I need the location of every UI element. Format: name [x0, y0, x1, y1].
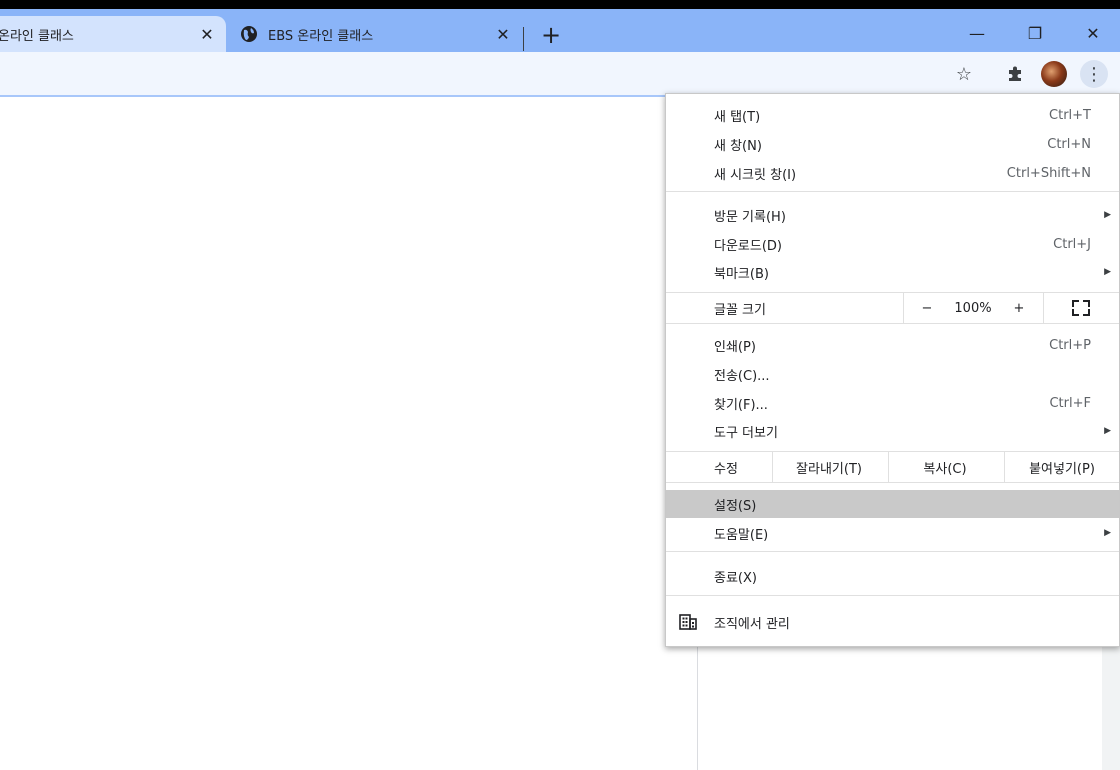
menu-divider [666, 482, 1119, 483]
menu-item-label: 도움말(E) [714, 527, 769, 543]
menu-divider [666, 191, 1119, 192]
menu-item-exit[interactable]: 종료(X) [666, 562, 1119, 590]
zoom-out-button[interactable]: − [914, 293, 940, 323]
puzzle-icon[interactable] [1001, 60, 1029, 88]
menu-item-label: 조직에서 관리 [714, 616, 790, 632]
tab-online-class[interactable]: 온라인 클래스 ✕ [0, 16, 226, 52]
menu-item-label: 다운로드(D) [714, 238, 782, 254]
menu-item-label: 설정(S) [714, 498, 757, 514]
submenu-arrow-icon: ▶ [1104, 426, 1111, 436]
restore-button[interactable]: ❐ [1012, 19, 1058, 49]
page-divider [697, 640, 698, 770]
menu-divider [666, 551, 1119, 552]
fullscreen-button[interactable] [1066, 293, 1096, 323]
menu-item-label: 찾기(F)... [714, 397, 768, 413]
menu-item-print[interactable]: 인쇄(P) Ctrl+P [666, 331, 1119, 359]
title-bar [0, 0, 1120, 9]
menu-item-settings[interactable]: 설정(S) [666, 490, 1119, 518]
paste-button[interactable]: 붙여넣기(P) [1005, 452, 1119, 482]
menu-item-shortcut: Ctrl+N [1047, 136, 1091, 152]
globe-icon [241, 26, 257, 42]
menu-item-label: 새 시크릿 창(I) [714, 167, 797, 183]
menu-item-history[interactable]: 방문 기록(H) ▶ [666, 201, 1119, 229]
zoom-in-button[interactable]: + [1006, 293, 1032, 323]
menu-item-find[interactable]: 찾기(F)... Ctrl+F [666, 389, 1119, 417]
menu-item-label: 도구 더보기 [714, 425, 778, 441]
chrome-menu: 새 탭(T) Ctrl+T 새 창(N) Ctrl+N 새 시크릿 창(I) C… [665, 93, 1120, 647]
menu-divider [666, 595, 1119, 596]
tab-close-icon[interactable]: ✕ [196, 25, 218, 44]
menu-item-shortcut: Ctrl+P [1049, 337, 1091, 353]
menu-item-new-window[interactable]: 새 창(N) Ctrl+N [666, 130, 1119, 158]
edit-label: 수정 [714, 461, 738, 477]
fullscreen-icon [1072, 300, 1090, 316]
menu-item-shortcut: Ctrl+Shift+N [1006, 165, 1091, 181]
zoom-divider [1043, 293, 1044, 323]
zoom-divider [903, 293, 904, 323]
tab-close-icon[interactable]: ✕ [492, 25, 514, 44]
menu-item-incognito[interactable]: 새 시크릿 창(I) Ctrl+Shift+N [666, 159, 1119, 187]
toolbar: ☆ ⋮ [0, 52, 1120, 97]
menu-item-label: 인쇄(P) [714, 339, 756, 355]
bookmark-star-icon[interactable]: ☆ [950, 60, 978, 88]
menu-item-label: 새 창(N) [714, 138, 762, 154]
cut-button[interactable]: 잘라내기(T) [773, 452, 885, 482]
menu-item-help[interactable]: 도움말(E) ▶ [666, 519, 1119, 547]
menu-item-downloads[interactable]: 다운로드(D) Ctrl+J [666, 230, 1119, 258]
submenu-arrow-icon: ▶ [1104, 210, 1111, 220]
zoom-label: 글꼴 크기 [714, 302, 766, 318]
menu-item-bookmarks[interactable]: 북마크(B) ▶ [666, 258, 1119, 286]
page-scroll-area [1102, 640, 1120, 770]
menu-item-shortcut: Ctrl+J [1053, 236, 1091, 252]
menu-item-label: 새 탭(T) [714, 109, 761, 125]
zoom-level: 100% [954, 300, 992, 316]
tab-strip: 온라인 클래스 ✕ EBS 온라인 클래스 ✕ + — ❐ ✕ [0, 9, 1120, 52]
building-icon [678, 612, 698, 632]
menu-divider [666, 323, 1119, 324]
copy-button[interactable]: 복사(C) [889, 452, 1001, 482]
menu-item-shortcut: Ctrl+T [1049, 107, 1091, 123]
avatar [1041, 61, 1067, 87]
menu-item-managed-by-org[interactable]: 조직에서 관리 [666, 608, 1119, 636]
tab-title: EBS 온라인 클래스 [268, 28, 374, 44]
menu-item-more-tools[interactable]: 도구 더보기 ▶ [666, 417, 1119, 445]
menu-item-label: 방문 기록(H) [714, 209, 786, 225]
close-window-button[interactable]: ✕ [1070, 19, 1116, 49]
profile-avatar[interactable] [1040, 60, 1068, 88]
menu-item-label: 북마크(B) [714, 266, 769, 282]
menu-item-shortcut: Ctrl+F [1049, 395, 1091, 411]
menu-button[interactable]: ⋮ [1080, 60, 1108, 88]
tab-title: 온라인 클래스 [0, 28, 74, 44]
new-tab-button[interactable]: + [538, 23, 564, 49]
menu-item-cast[interactable]: 전송(C)... [666, 360, 1119, 388]
minimize-button[interactable]: — [954, 19, 1000, 49]
submenu-arrow-icon: ▶ [1104, 267, 1111, 277]
tab-ebs-online-class[interactable]: EBS 온라인 클래스 ✕ [226, 16, 522, 52]
tab-separator [523, 27, 524, 51]
menu-item-new-tab[interactable]: 새 탭(T) Ctrl+T [666, 101, 1119, 129]
menu-item-label: 종료(X) [714, 570, 757, 586]
menu-item-label: 전송(C)... [714, 368, 770, 384]
submenu-arrow-icon: ▶ [1104, 528, 1111, 538]
